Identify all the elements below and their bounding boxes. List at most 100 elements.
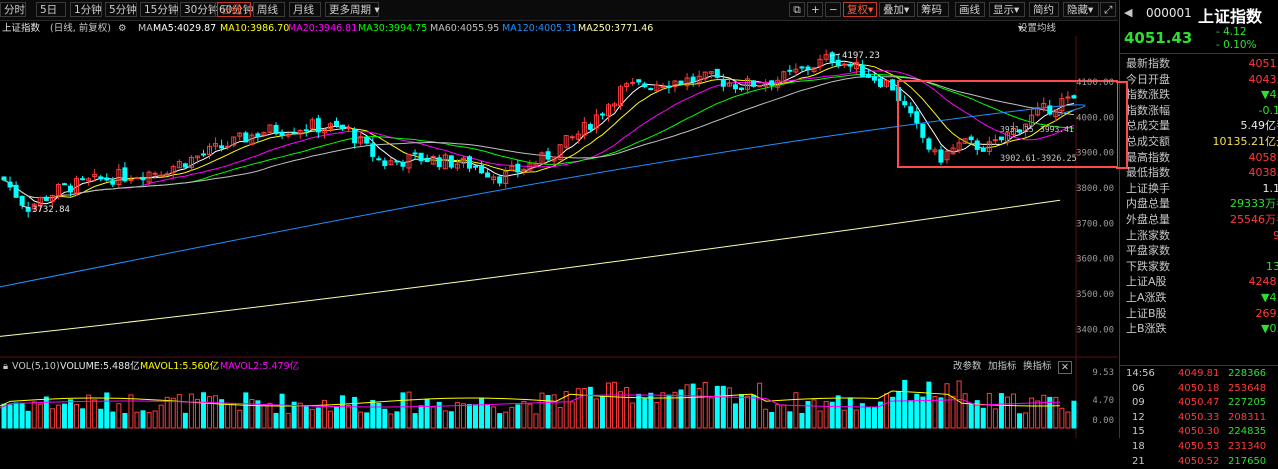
simple-button[interactable]: 简约 <box>1029 2 1059 17</box>
volume-bar <box>135 412 139 428</box>
volume-bar <box>637 394 641 428</box>
quote-row-value: ▼4.1 <box>1261 87 1278 103</box>
volume-bar <box>214 396 218 428</box>
tab-5min[interactable]: 5分钟 <box>105 2 137 17</box>
quote-row-value: ▼4.2 <box>1261 290 1278 306</box>
quote-row-label: 上证换手 <box>1126 181 1170 197</box>
tick-row: 094050.47227205 <box>1120 396 1278 410</box>
zoom-out-icon[interactable]: − <box>825 2 841 17</box>
tick-price: 4050.53 <box>1178 440 1219 454</box>
quote-row: 今日开盘4043.3 <box>1126 72 1278 88</box>
price-change: - 4.12 <box>1216 26 1247 38</box>
ma-settings-link[interactable]: 设置均线 ▾ <box>1018 21 1023 37</box>
quote-row-label: 总成交额 <box>1126 134 1170 150</box>
volume-bar <box>600 396 604 428</box>
stock-name: 上证指数 <box>1198 3 1262 27</box>
quote-row: 最低指数4038.4 <box>1126 165 1278 181</box>
volume-bar <box>474 405 478 428</box>
volume-bar <box>655 402 659 428</box>
index-name: 上证指数 <box>2 21 40 37</box>
ma250-value: MA250:3771.46 <box>578 21 653 37</box>
chips-button[interactable]: 筹码 <box>917 2 949 17</box>
volume-bar <box>50 409 54 428</box>
volume-bar <box>927 382 931 428</box>
candle-body <box>891 80 895 90</box>
quote-row-label: 最高指数 <box>1126 150 1170 166</box>
hide-dropdown[interactable]: 隐藏▾ <box>1063 2 1099 17</box>
switch-indicator-button[interactable]: 换指标 <box>1023 359 1052 375</box>
toolbar: 分时 5日 1分钟 5分钟 15分钟 30分钟 <box>0 0 1118 21</box>
fullscreen-icon[interactable]: ⤢ <box>1100 2 1116 17</box>
quote-row: 上证换手1.14 <box>1126 181 1278 197</box>
candle-body <box>153 173 157 174</box>
volume-bar <box>262 405 266 428</box>
overlay-label: 叠加 <box>883 4 904 16</box>
tick-row: 14:564049.81228366 <box>1120 367 1278 381</box>
tab-intraday[interactable]: 分时 <box>0 2 26 17</box>
candle-body <box>570 137 574 138</box>
volume-bar <box>558 408 562 428</box>
volume-bar <box>328 411 332 428</box>
volume-bar <box>746 396 750 428</box>
quote-row: 指数涨幅-0.10 <box>1126 103 1278 119</box>
volume-bar <box>177 395 181 428</box>
volume-bar <box>201 393 205 428</box>
quote-row-value: ▼0.1 <box>1261 321 1278 337</box>
volume-bar <box>649 393 653 428</box>
vol-lock-icon: 🔒︎ <box>3 359 8 375</box>
volume-bar <box>449 412 453 428</box>
candle-body <box>915 112 919 123</box>
close-icon[interactable]: ✕ <box>1058 361 1072 374</box>
price-axis-label: 3600.00 <box>1076 255 1114 265</box>
add-indicator-button[interactable]: 加指标 <box>988 359 1017 375</box>
tab-monthly[interactable]: 月线 <box>289 2 321 17</box>
volume-bar <box>764 409 768 428</box>
candle-body <box>44 197 48 200</box>
quote-row-value: 10135.21亿元 <box>1213 134 1278 150</box>
volume-bar <box>334 407 338 428</box>
volume-bar <box>401 393 405 428</box>
tab-5day[interactable]: 5日 <box>36 2 66 17</box>
candle-body <box>872 77 876 81</box>
change-params-button[interactable]: 改参数 <box>953 359 982 375</box>
copy-icon[interactable]: ⧉ <box>789 2 805 17</box>
overlay-dropdown[interactable]: 叠加▾ <box>879 2 915 17</box>
ma-settings-icon[interactable]: ⚙ <box>118 21 127 37</box>
volume-bar <box>389 414 393 428</box>
tab-daily[interactable]: 日线 <box>217 2 251 17</box>
volume-bar <box>75 404 79 428</box>
volume-bar <box>8 405 12 428</box>
tab-1min[interactable]: 1分钟 <box>70 2 102 17</box>
candle-body <box>1048 106 1052 114</box>
quote-row-label: 上证B股 <box>1126 306 1167 322</box>
tick-time: 09 <box>1132 396 1145 410</box>
quote-row-label: 上涨家数 <box>1126 228 1170 244</box>
prev-arrow-icon[interactable]: ◀ <box>1124 6 1132 19</box>
tab-30min[interactable]: 30分钟 <box>180 2 218 17</box>
volume-bar <box>842 410 846 428</box>
candle-body <box>661 87 665 88</box>
volume-bar <box>800 413 804 428</box>
volume-bar <box>776 405 780 428</box>
kline-chart[interactable]: 4197.233732.843902.61-3926.253931.253993… <box>0 36 1118 438</box>
volume-bar <box>232 404 236 428</box>
volume-bar <box>993 409 997 428</box>
display-dropdown[interactable]: 显示▾ <box>989 2 1025 17</box>
draw-button[interactable]: 画线 <box>955 2 985 17</box>
volume-bar <box>226 404 230 428</box>
volume-bar <box>1066 412 1070 428</box>
price-change-pct: - 0.10% <box>1216 39 1256 51</box>
tab-weekly[interactable]: 周线 <box>253 2 285 17</box>
quote-row-value: 25546万手 <box>1230 212 1278 228</box>
volume-bar <box>280 394 284 428</box>
volume-bar <box>20 403 24 428</box>
candle-body <box>467 157 471 168</box>
adjust-dropdown[interactable]: 复权▾ <box>843 2 877 17</box>
zoom-in-icon[interactable]: + <box>807 2 823 17</box>
tick-price: 4049.81 <box>1178 367 1219 381</box>
tab-15min[interactable]: 15分钟 <box>140 2 178 17</box>
chart-mode: (日线, 前复权) <box>50 21 111 37</box>
candle-body <box>68 186 72 192</box>
volume-bar <box>1018 414 1022 428</box>
more-periods-dropdown[interactable]: 更多周期 ▾ <box>325 2 379 17</box>
